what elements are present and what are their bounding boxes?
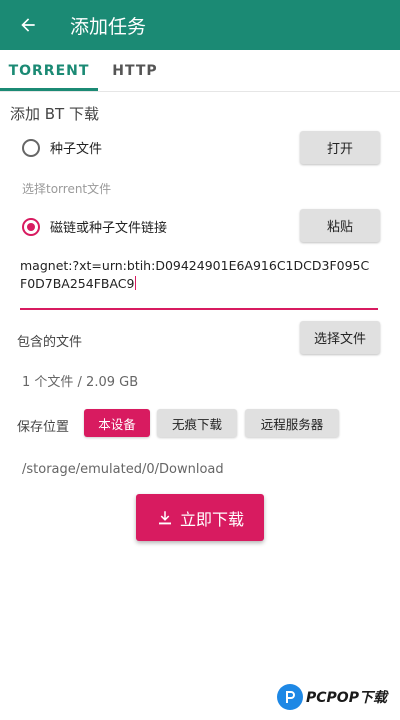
watermark-text: PCPOP下载 bbox=[306, 690, 387, 706]
included-files-label: 包含的文件 bbox=[17, 335, 83, 350]
pcpop-logo-glyph bbox=[286, 691, 295, 703]
back-button[interactable] bbox=[0, 0, 56, 50]
radio-label: 种子文件 bbox=[50, 142, 103, 157]
watermark: PCPOP下载 bbox=[277, 684, 387, 710]
magnet-input-underline bbox=[20, 308, 378, 310]
download-icon bbox=[158, 510, 171, 524]
radio-dot bbox=[27, 222, 35, 231]
select-files-button[interactable]: 选择文件 bbox=[300, 321, 380, 354]
radio-torrent-file[interactable]: 种子文件 bbox=[22, 138, 102, 157]
radio-label: 磁链或种子文件链接 bbox=[50, 221, 168, 236]
download-now-button[interactable]: 立即下载 bbox=[136, 494, 264, 541]
app-bar: 添加任务 bbox=[0, 0, 400, 50]
section-title: 添加 BT 下载 bbox=[10, 105, 99, 123]
save-option-remote-server[interactable]: 远程服务器 bbox=[245, 409, 339, 437]
save-option-incognito[interactable]: 无痕下载 bbox=[157, 409, 237, 437]
tab-torrent[interactable]: TORRENT bbox=[0, 50, 98, 92]
save-path: /storage/emulated/0/Download bbox=[22, 462, 224, 477]
magnet-input[interactable]: magnet:?xt=urn:btih:D09424901E6A916C1DCD… bbox=[20, 257, 376, 293]
open-button[interactable]: 打开 bbox=[300, 131, 380, 164]
download-now-label: 立即下载 bbox=[179, 509, 244, 529]
pcpop-logo-icon bbox=[277, 684, 303, 710]
arrow-left-icon bbox=[21, 18, 35, 32]
radio-button[interactable] bbox=[22, 138, 40, 157]
save-option-device[interactable]: 本设备 bbox=[84, 409, 150, 437]
radio-button[interactable] bbox=[22, 217, 40, 236]
save-location-label: 保存位置 bbox=[17, 420, 70, 435]
paste-button[interactable]: 粘贴 bbox=[300, 209, 380, 242]
radio-magnet-link[interactable]: 磁链或种子文件链接 bbox=[22, 217, 167, 236]
tab-indicator bbox=[0, 88, 98, 91]
file-info: 1 个文件 / 2.09 GB bbox=[22, 375, 139, 390]
tab-bar: TORRENT HTTP bbox=[0, 50, 400, 92]
text-caret bbox=[135, 276, 137, 290]
magnet-input-value: magnet:?xt=urn:btih:D09424901E6A916C1DCD… bbox=[20, 258, 370, 291]
page-title: 添加任务 bbox=[70, 15, 147, 38]
tab-http[interactable]: HTTP bbox=[98, 50, 172, 92]
torrent-hint: 选择torrent文件 bbox=[22, 182, 112, 196]
